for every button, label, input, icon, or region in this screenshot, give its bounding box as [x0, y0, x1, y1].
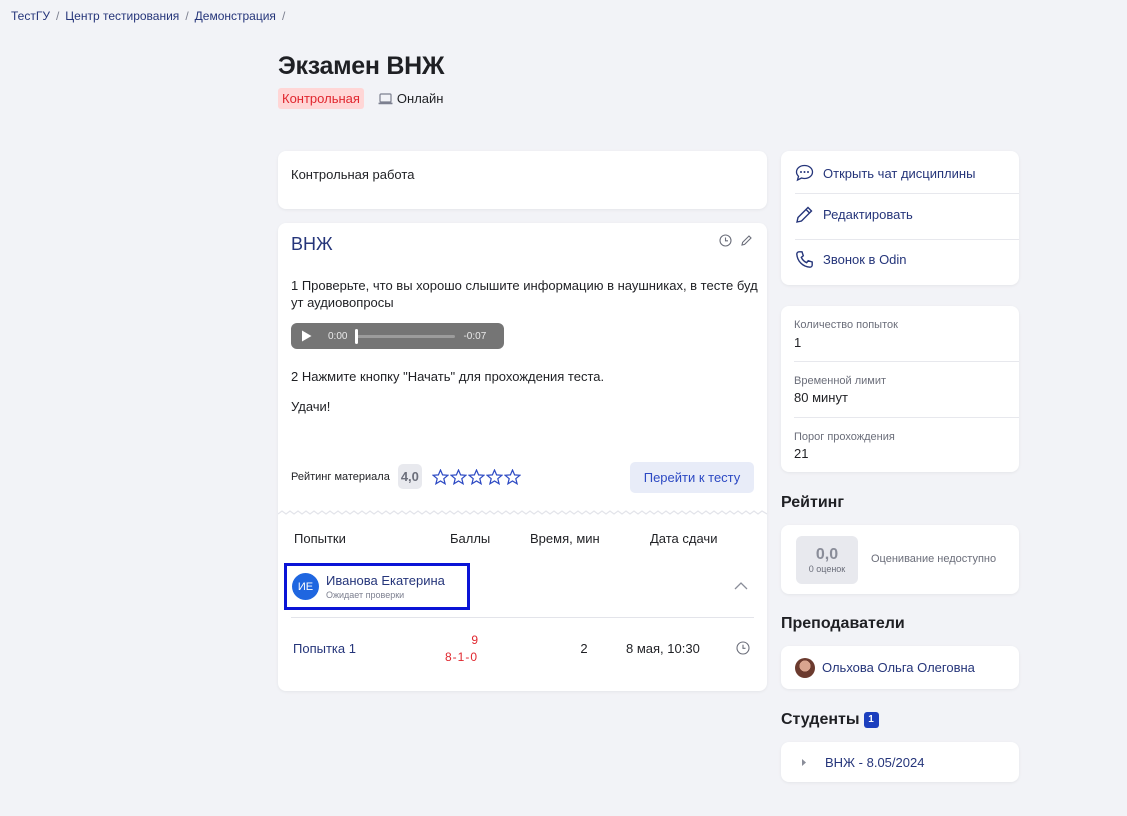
rating-section-title: Рейтинг — [781, 494, 845, 511]
teachers-section-title: Преподаватели — [781, 615, 905, 632]
history-icon[interactable] — [719, 234, 732, 247]
call-label: Звонок в Odin — [823, 252, 907, 267]
material-rating-score: 4,0 — [397, 464, 422, 489]
pass-threshold-label: Порог прохождения — [794, 431, 895, 443]
divider — [291, 617, 754, 618]
breadcrumb-item-testgu[interactable]: ТестГУ — [11, 9, 50, 23]
breadcrumb-separator: / — [55, 9, 60, 23]
student-info: Иванова Екатерина Ожидает проверки — [326, 573, 445, 600]
student-status: Ожидает проверки — [326, 590, 405, 600]
divider — [794, 361, 1019, 362]
caret-right-icon[interactable] — [801, 758, 807, 767]
phone-icon — [796, 251, 813, 268]
edit-button[interactable]: Редактировать — [795, 205, 913, 224]
pass-threshold-value: 21 — [794, 446, 809, 461]
teacher-name[interactable]: Ольхова Ольга Олеговна — [822, 660, 975, 675]
instruction-2: 2 Нажмите кнопку "Начать" для прохождени… — [291, 369, 605, 384]
star-icon[interactable] — [503, 468, 521, 485]
attempt-score: 9 — [471, 633, 478, 647]
chevron-up-icon[interactable] — [734, 581, 748, 590]
group-name[interactable]: ВНЖ - 8.05/2024 — [825, 755, 924, 770]
rating-box: 0,0 0 оценок — [796, 536, 858, 584]
audio-seek-thumb[interactable] — [355, 328, 359, 344]
edit-label: Редактировать — [823, 207, 913, 222]
go-to-test-button[interactable]: Перейти к тесту — [630, 462, 754, 493]
clock-icon[interactable] — [736, 641, 750, 655]
zigzag-divider — [278, 510, 767, 515]
audio-player[interactable]: 0:00 -0:07 — [291, 323, 504, 349]
divider — [794, 417, 1019, 418]
online-label: Онлайн — [396, 91, 444, 106]
attempts-count-value: 1 — [794, 335, 802, 350]
star-icon[interactable] — [449, 468, 467, 485]
side-actions-card: Открыть чат дисциплины Редактировать Зво… — [781, 151, 1019, 285]
material-actions — [719, 234, 753, 247]
header-date: Дата сдачи — [650, 531, 718, 546]
description-text: Контрольная работа — [291, 167, 415, 182]
play-icon[interactable] — [301, 330, 312, 342]
pencil-icon — [796, 206, 813, 223]
attempt-date: 8 мая, 10:30 — [626, 641, 700, 656]
star-icon[interactable] — [485, 468, 503, 485]
page-title: Экзамен ВНЖ — [278, 52, 445, 80]
time-limit-value: 80 минут — [794, 390, 848, 405]
material-card: ВНЖ 1 Проверьте, что вы хорошо слышите и… — [278, 223, 767, 691]
open-chat-button[interactable]: Открыть чат дисциплины — [795, 164, 975, 182]
laptop-icon — [378, 92, 393, 104]
rating-unavailable-note: Оценивание недоступно — [871, 553, 997, 565]
breadcrumb-item-demo[interactable]: Демонстрация — [195, 9, 276, 23]
online-tag: Онлайн — [378, 91, 444, 106]
time-limit-label: Временной лимит — [794, 375, 887, 387]
tags: Контрольная Онлайн — [278, 88, 443, 109]
attempts-count-label: Количество попыток — [794, 319, 898, 331]
students-section-title: Студенты 1 — [781, 711, 879, 729]
students-title-text: Студенты — [781, 711, 860, 728]
breadcrumb-separator: / — [185, 9, 189, 23]
audio-remaining-time: -0:07 — [463, 330, 487, 342]
audio-current-time: 0:00 — [328, 330, 348, 342]
description-card: Контрольная работа — [278, 151, 767, 209]
call-button[interactable]: Звонок в Odin — [795, 250, 907, 269]
breadcrumb-separator: / — [281, 9, 286, 23]
instruction-1: 1 Проверьте, что вы хорошо слышите инфор… — [291, 278, 758, 310]
test-info-card: Количество попыток 1 Временной лимит 80 … — [781, 306, 1019, 472]
header-attempts: Попытки — [294, 531, 346, 546]
student-name[interactable]: Иванова Екатерина — [326, 573, 445, 588]
teacher-avatar — [795, 657, 815, 678]
material-rating: Рейтинг материала 4,0 — [291, 464, 521, 489]
control-tag: Контрольная — [278, 88, 364, 109]
header-score: Баллы — [450, 531, 491, 546]
students-count-badge: 1 — [863, 711, 879, 728]
attempt-link[interactable]: Попытка 1 — [293, 641, 356, 656]
attempt-time: 2 — [580, 641, 588, 656]
open-chat-label: Открыть чат дисциплины — [823, 165, 976, 181]
teacher-card: Ольхова Ольга Олеговна — [781, 646, 1019, 689]
student-row[interactable]: ИЕ Иванова Екатерина Ожидает проверки — [284, 563, 470, 610]
avatar: ИЕ — [292, 573, 319, 600]
header-time: Время, мин — [530, 531, 600, 546]
divider — [795, 193, 1019, 194]
rating-value: 0,0 — [815, 546, 839, 563]
edit-icon[interactable] — [740, 234, 753, 247]
divider — [795, 239, 1019, 240]
material-title: ВНЖ — [291, 234, 333, 254]
star-icon[interactable] — [467, 468, 485, 485]
breadcrumb: ТестГУ / Центр тестирования / Демонстрац… — [11, 9, 285, 23]
audio-seek-bar[interactable] — [355, 328, 456, 344]
student-group-row[interactable]: ВНЖ - 8.05/2024 — [781, 742, 1019, 782]
rating-card: 0,0 0 оценок Оценивание недоступно — [781, 525, 1019, 594]
breadcrumb-item-testing-center[interactable]: Центр тестирования — [65, 9, 179, 23]
chat-icon — [795, 164, 814, 182]
instruction-3: Удачи! — [291, 399, 331, 414]
rating-count: 0 оценок — [808, 564, 846, 574]
material-rating-label: Рейтинг материала — [291, 470, 390, 483]
rating-stars[interactable] — [431, 468, 521, 485]
star-icon[interactable] — [431, 468, 449, 485]
attempt-score-detail: 8-1-0 — [444, 650, 478, 664]
